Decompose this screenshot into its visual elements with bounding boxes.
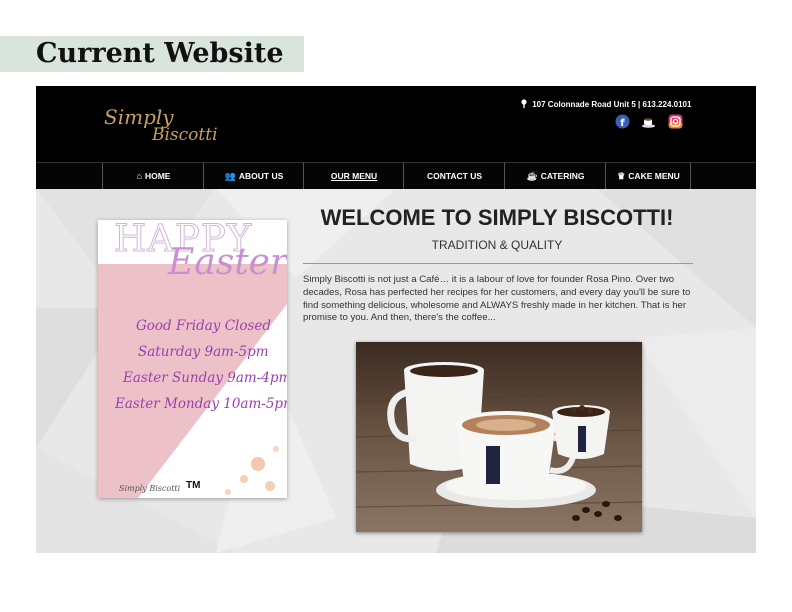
home-icon: ⌂ <box>136 171 142 181</box>
flyer-trademark: TM <box>186 480 201 491</box>
svg-text:Biscotti: Biscotti <box>151 125 218 145</box>
flyer-subheading: Easter <box>168 242 287 283</box>
svg-text:f: f <box>620 118 625 129</box>
title-divider <box>303 263 693 264</box>
coffee-cup-icon[interactable] <box>641 114 656 129</box>
website-screenshot: Simply Biscotti 107 Colonnade Road Unit … <box>36 86 756 553</box>
nav-contact-us[interactable]: CONTACT US <box>403 163 505 189</box>
page-title: WELCOME TO SIMPLY BISCOTTI! <box>320 205 674 230</box>
flyer-line: Good Friday Closed <box>136 318 272 334</box>
nav-divider <box>690 163 691 189</box>
simply-biscotti-logo[interactable]: Simply Biscotti <box>102 100 236 146</box>
cake-icon: ♛ <box>617 171 626 181</box>
facebook-icon[interactable]: f <box>615 114 630 129</box>
flyer-line: Saturday 9am-5pm <box>138 344 269 360</box>
nav-home[interactable]: ⌂ HOME <box>102 163 204 189</box>
nav-our-menu[interactable]: OUR MENU <box>303 163 404 189</box>
site-header: Simply Biscotti 107 Colonnade Road Unit … <box>36 86 756 162</box>
intro-paragraph: Simply Biscotti is not just a Café… it i… <box>303 274 691 324</box>
flyer-signature: Simply Biscotti <box>119 484 181 493</box>
nav-cake-menu[interactable]: ♛ CAKE MENU <box>605 163 691 189</box>
flyer-line: Easter Monday 10am-5pm <box>115 396 287 412</box>
coffee-photo <box>356 342 642 532</box>
page-tagline: TRADITION & QUALITY <box>431 238 563 252</box>
slide-title: Current Website <box>36 38 284 69</box>
main-navigation: ⌂ HOME 👥 ABOUT US OUR MENU CONTACT US ☕ CAT… <box>36 162 756 189</box>
people-icon: 👥 <box>224 171 236 181</box>
coffee-icon: ☕ <box>526 171 538 181</box>
flyer-line: Easter Sunday 9am-4pm <box>123 370 287 386</box>
nav-catering[interactable]: ☕ CATERING <box>504 163 606 189</box>
instagram-icon[interactable] <box>668 114 683 129</box>
address-text: 107 Colonnade Road Unit 5 | 613.224.0101 <box>532 100 692 109</box>
slide-title-band: Current Website <box>0 36 304 72</box>
nav-about-us[interactable]: 👥 ABOUT US <box>203 163 304 189</box>
easter-hours-flyer[interactable]: HAPPY Easter Good Friday Closed Saturday… <box>98 220 287 498</box>
address-line: 107 Colonnade Road Unit 5 | 613.224.0101 <box>520 99 691 109</box>
location-pin-icon <box>521 99 527 108</box>
